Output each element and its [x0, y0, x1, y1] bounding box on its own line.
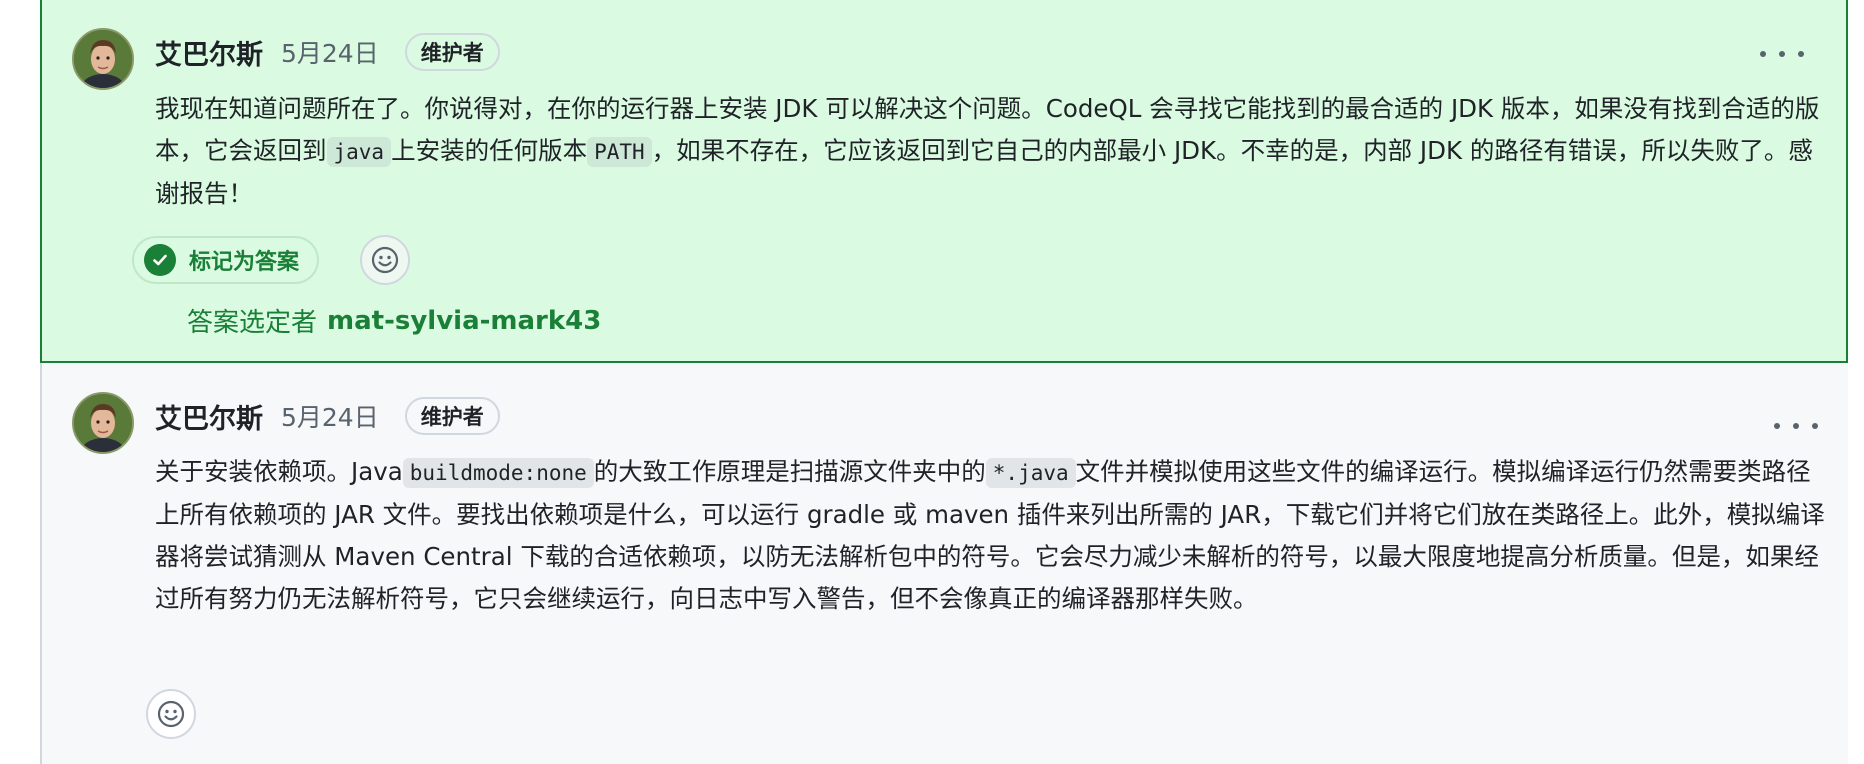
kebab-horizontal-icon[interactable]: [1760, 39, 1804, 69]
maintainer-badge: 维护者: [404, 33, 500, 71]
inline-code: *.java: [985, 458, 1076, 488]
smiley-icon: [157, 700, 185, 728]
avatar[interactable]: [72, 392, 134, 454]
mark-as-answer-label: 标记为答案: [189, 250, 300, 275]
body-text: 的大致工作原理是扫描源文件夹中的: [593, 457, 986, 486]
check-circle-icon: [144, 244, 176, 276]
maintainer-badge: 维护者: [404, 397, 500, 435]
kebab-horizontal-icon[interactable]: [1774, 411, 1818, 441]
answered-by-label: 答案选定者: [187, 308, 318, 338]
author-name[interactable]: 艾巴尔斯: [155, 397, 263, 436]
body-text: 上安装的任何版本: [391, 136, 588, 165]
inline-code: buildmode:none: [402, 458, 594, 488]
author-name[interactable]: 艾巴尔斯: [155, 33, 263, 72]
smiley-icon: [371, 246, 399, 274]
add-reaction-button[interactable]: [146, 689, 196, 739]
mark-as-answer-button[interactable]: 标记为答案: [132, 236, 320, 284]
body-text: 关于安装依赖项。Java: [155, 457, 403, 486]
reply-comment: 艾巴尔斯 5月24日 维护者 关于安装依赖项。Java buildmode:non…: [40, 363, 1848, 764]
inline-code: java: [326, 137, 392, 167]
inline-code: PATH: [587, 137, 652, 167]
comment-date[interactable]: 5月24日: [281, 34, 379, 70]
avatar[interactable]: [72, 28, 134, 90]
add-reaction-button[interactable]: [360, 235, 410, 285]
comment-body: 关于安装依赖项。Java buildmode:none 的大致工作原理是扫描源文件夹…: [155, 451, 1825, 620]
answered-by-user[interactable]: mat-sylvia-mark43: [327, 306, 601, 336]
comment-date[interactable]: 5月24日: [281, 398, 379, 434]
comment-header: 艾巴尔斯 5月24日 维护者: [155, 32, 500, 72]
answer-comment: 艾巴尔斯 5月24日 维护者 我现在知道问题所在了。你说得对，在你的运行器上安装…: [40, 0, 1848, 363]
answered-by: 答案选定者 mat-sylvia-mark43: [187, 302, 601, 339]
comment-header: 艾巴尔斯 5月24日 维护者: [155, 396, 500, 436]
comment-body: 我现在知道问题所在了。你说得对，在你的运行器上安装 JDK 可以解决这个问题。C…: [155, 88, 1825, 215]
